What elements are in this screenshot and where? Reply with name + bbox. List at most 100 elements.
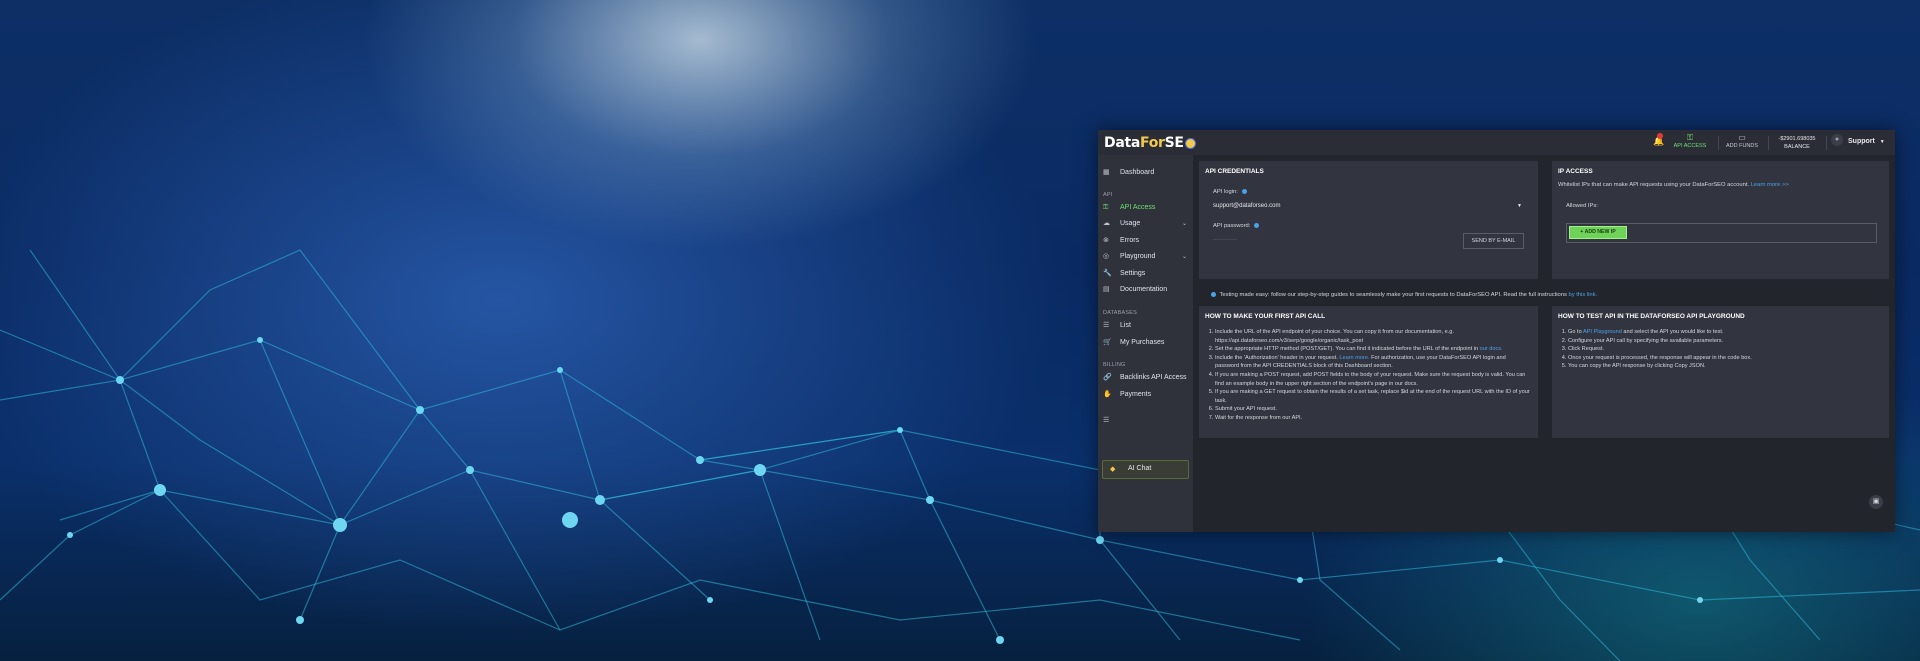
list-icon: ☰ xyxy=(1103,322,1110,329)
our-docs-link[interactable]: our docs. xyxy=(1480,346,1503,352)
api-password-label-text: API password: xyxy=(1213,223,1251,230)
chevron-down-icon: ⌄ xyxy=(1181,221,1187,227)
sidebar-item-label: Dashboard xyxy=(1120,169,1155,176)
errors-icon: ⊗ xyxy=(1103,237,1109,244)
logo-text-for: For xyxy=(1140,135,1165,151)
sidebar: ▦ Dashboard API ⚿ API Access ☁ Usage ⌄ ⊗ Erro… xyxy=(1098,155,1193,532)
ai-chat-label: AI Chat xyxy=(1128,465,1152,472)
send-by-email-button[interactable]: SEND BY E-MAIL xyxy=(1463,233,1524,249)
balance-value: -$2901.698035 xyxy=(1778,136,1816,142)
logo-o-icon xyxy=(1184,137,1196,149)
chevron-down-icon: ⌄ xyxy=(1181,254,1187,260)
sidebar-section-api: API xyxy=(1103,192,1113,198)
card-title: IP ACCESS xyxy=(1558,168,1593,175)
support-label: Support xyxy=(1848,138,1875,145)
learn-more-link[interactable]: Learn more. xyxy=(1339,355,1369,361)
step-text: Set the appropriate HTTP method (POST/GE… xyxy=(1215,346,1479,353)
chat-widget-button[interactable]: ▣ xyxy=(1869,495,1883,509)
sidebar-section-databases: DATABASES xyxy=(1103,310,1137,316)
user-avatar-icon[interactable]: ● xyxy=(1831,134,1843,146)
cart-icon: 🛒 xyxy=(1103,339,1112,346)
usage-cloud-icon: ☁ xyxy=(1103,220,1110,227)
header-divider xyxy=(1768,136,1769,150)
caret-down-icon: ▼ xyxy=(1517,203,1522,209)
list-item: Set the appropriate HTTP method (POST/GE… xyxy=(1215,345,1530,354)
sidebar-item-api-access[interactable]: ⚿ API Access xyxy=(1103,202,1191,214)
api-login-select[interactable]: support@dataforseo.com ▼ xyxy=(1213,203,1522,209)
dashboard-window: DataForSE 🔔 ⚿ API ACCESS ▭ ADD FUNDS -$2… xyxy=(1098,130,1895,532)
ip-access-card: IP ACCESS Whitelist IPs that can make AP… xyxy=(1552,161,1889,279)
card-title: API CREDENTIALS xyxy=(1205,168,1264,175)
list-item: Configure your API call by specifying th… xyxy=(1568,337,1883,346)
allowed-ips-label: Allowed IPs: xyxy=(1566,203,1598,209)
info-icon[interactable] xyxy=(1241,189,1247,194)
sidebar-item-settings[interactable]: 🔧 Settings xyxy=(1103,268,1191,280)
key-icon: ⚿ xyxy=(1103,204,1109,211)
add-funds-label: ADD FUNDS xyxy=(1725,143,1759,149)
add-new-ip-button[interactable]: + ADD NEW IP xyxy=(1569,226,1627,239)
support-menu[interactable]: Support ▼ xyxy=(1848,138,1885,145)
wrench-icon: 🔧 xyxy=(1103,270,1112,277)
api-login-label: API login: xyxy=(1213,189,1247,195)
balance-display: -$2901.698035 BALANCE xyxy=(1772,136,1822,150)
wallet-icon: ▭ xyxy=(1738,133,1746,142)
list-item: Include the 'Authorization' header in yo… xyxy=(1215,354,1530,371)
sidebar-item-label: List xyxy=(1120,322,1131,329)
sidebar-item-payments[interactable]: ✋ Payments xyxy=(1103,389,1191,401)
note-text: Testing made easy: follow our step-by-st… xyxy=(1219,292,1567,299)
info-icon xyxy=(1211,292,1216,297)
key-icon: ⚿ xyxy=(1686,133,1694,142)
playground-guide-card: HOW TO TEST API IN THE DATAFORSEO API PL… xyxy=(1552,306,1889,438)
step-text: Go to xyxy=(1568,329,1582,335)
step-text: Include the 'Authorization' header in yo… xyxy=(1215,354,1338,361)
testing-note: Testing made easy: follow our step-by-st… xyxy=(1211,292,1597,298)
sidebar-item-label: My Purchases xyxy=(1120,339,1165,346)
sidebar-item-my-purchases[interactable]: 🛒 My Purchases xyxy=(1103,337,1191,349)
sidebar-item-label: Usage xyxy=(1120,220,1141,227)
list-item: Click Request. xyxy=(1568,345,1883,354)
first-api-call-card: HOW TO MAKE YOUR FIRST API CALL Include … xyxy=(1199,306,1538,438)
payments-hand-icon: ✋ xyxy=(1103,391,1112,398)
add-funds-button[interactable]: ▭ ADD FUNDS xyxy=(1722,133,1762,149)
list-item: Once your request is processed, the resp… xyxy=(1568,354,1883,363)
instructions-link[interactable]: by this link. xyxy=(1568,292,1597,298)
link-icon: 🔗 xyxy=(1103,374,1112,381)
ai-chat-button[interactable]: ◆ AI Chat xyxy=(1102,460,1189,479)
sidebar-item-dashboard[interactable]: ▦ Dashboard xyxy=(1103,167,1191,179)
ip-access-description: Whitelist IPs that can make API requests… xyxy=(1558,182,1789,188)
header-divider xyxy=(1826,136,1827,150)
learn-more-link[interactable]: Learn more >> xyxy=(1751,182,1789,188)
sidebar-item-list[interactable]: ☰ List xyxy=(1103,320,1191,332)
chat-bubble-icon: ◆ xyxy=(1110,466,1116,473)
dataforseo-logo[interactable]: DataForSE xyxy=(1104,135,1196,151)
list-item: If you are making a POST request, add PO… xyxy=(1215,371,1530,388)
document-icon: ▤ xyxy=(1103,286,1110,293)
logo-text-data: Data xyxy=(1104,135,1141,151)
collapse-sidebar-button[interactable]: ☰ xyxy=(1103,415,1191,427)
api-password-label: API password: xyxy=(1213,223,1260,230)
sidebar-item-errors[interactable]: ⊗ Errors xyxy=(1103,235,1191,247)
top-header: DataForSE 🔔 ⚿ API ACCESS ▭ ADD FUNDS -$2… xyxy=(1098,130,1895,155)
api-login-label-text: API login: xyxy=(1213,189,1238,196)
info-icon[interactable] xyxy=(1254,223,1260,228)
first-call-steps-list: Include the URL of the API endpoint of y… xyxy=(1199,328,1530,423)
chevron-down-icon: ▼ xyxy=(1879,139,1885,145)
sidebar-item-documentation[interactable]: ▤ Documentation xyxy=(1103,284,1191,296)
notification-badge xyxy=(1657,133,1663,139)
list-item: You can copy the API response by clickin… xyxy=(1568,362,1883,371)
sidebar-item-backlinks[interactable]: 🔗 Backlinks API Access xyxy=(1103,372,1191,384)
card-title: HOW TO MAKE YOUR FIRST API CALL xyxy=(1205,313,1326,320)
sidebar-item-usage[interactable]: ☁ Usage ⌄ xyxy=(1103,218,1191,230)
logo-text-se: SE xyxy=(1164,135,1184,151)
sidebar-item-playground[interactable]: ◎ Playground ⌄ xyxy=(1103,251,1191,263)
sidebar-item-label: Documentation xyxy=(1120,286,1168,293)
api-playground-link[interactable]: API Playground xyxy=(1583,329,1622,335)
sidebar-item-label: Errors xyxy=(1120,237,1140,244)
sidebar-item-label: API Access xyxy=(1120,204,1156,211)
sidebar-section-billing: BILLING xyxy=(1103,362,1126,368)
header-api-access-label: API ACCESS xyxy=(1673,143,1707,149)
sidebar-item-label: Playground xyxy=(1120,253,1156,260)
header-api-access-button[interactable]: ⚿ API ACCESS xyxy=(1670,133,1710,149)
api-password-field[interactable]: ············ xyxy=(1213,237,1237,243)
playground-steps-list: Go to API Playground and select the API … xyxy=(1552,328,1883,371)
